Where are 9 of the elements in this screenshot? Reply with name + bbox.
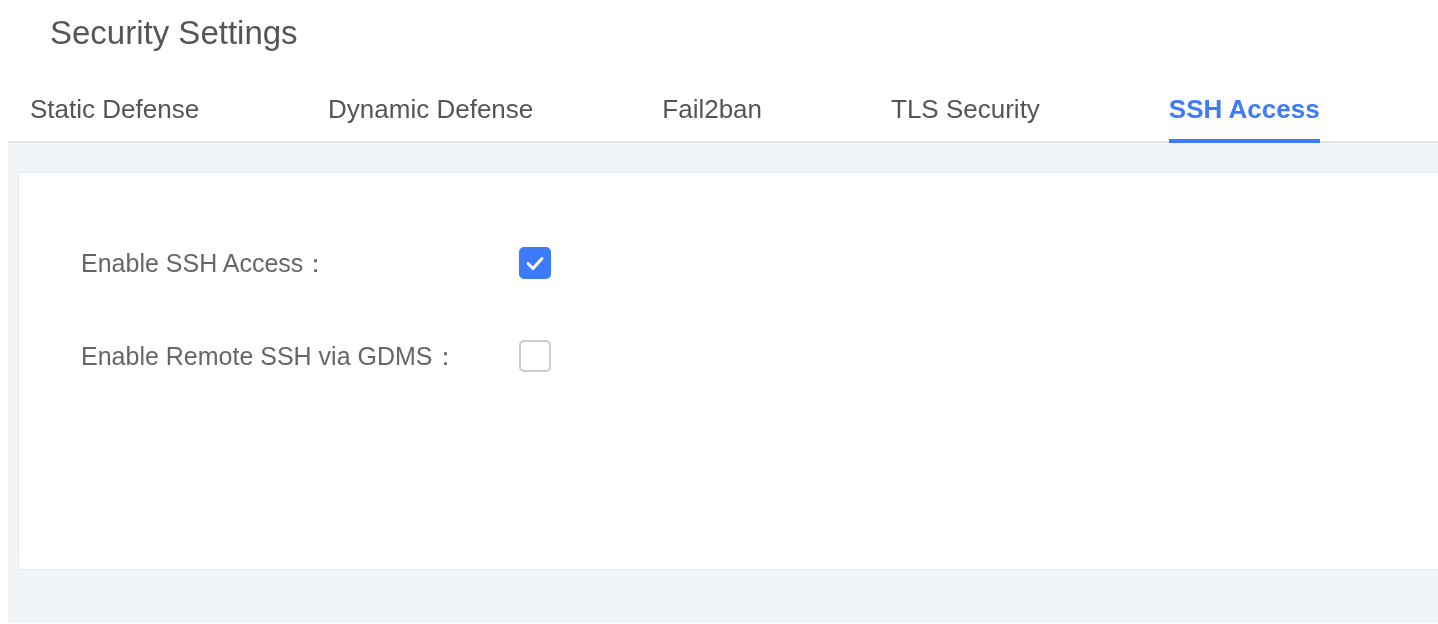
checkbox[interactable]	[519, 340, 551, 372]
setting-label: Enable SSH Access：	[81, 247, 330, 279]
tab[interactable]: Static Defense	[30, 94, 200, 143]
checkbox[interactable]	[519, 247, 551, 279]
tab[interactable]: TLS Security	[891, 94, 1040, 143]
tab[interactable]: Dynamic Defense	[328, 94, 534, 143]
tab[interactable]: Fail2ban	[662, 94, 763, 143]
setting-label: Enable Remote SSH via GDMS：	[81, 340, 459, 372]
page-title: Security Settings	[50, 13, 299, 53]
